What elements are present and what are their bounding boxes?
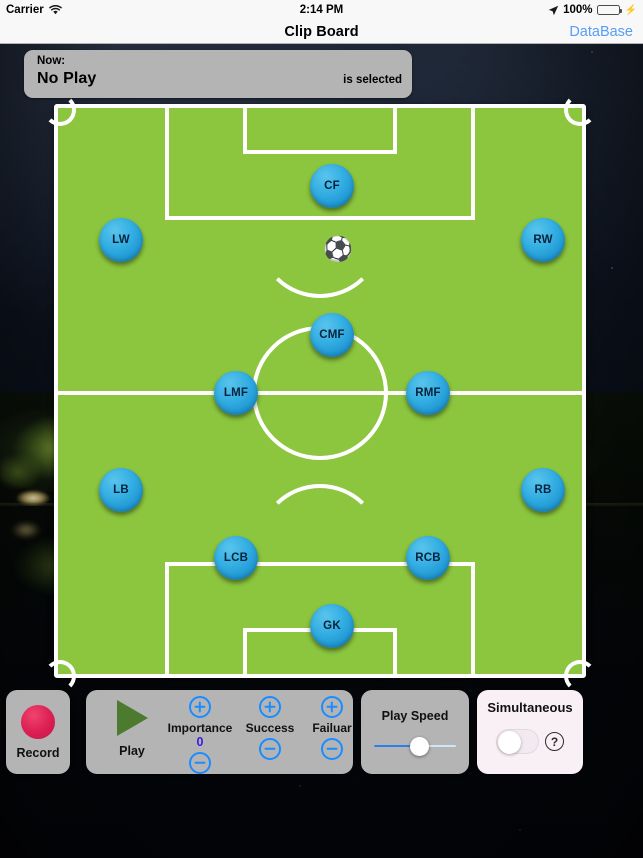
player-label: CF [324,180,340,192]
record-label: Record [16,745,60,760]
player-label: LCB [223,552,249,564]
player-marker-gk[interactable]: GK [310,604,354,648]
success-readout: Success [246,721,295,735]
importance-increment-button[interactable] [189,696,211,718]
page-title: Clip Board [284,23,359,40]
importance-value: 0 [196,735,204,749]
player-label: LMF [223,387,249,399]
player-marker-lcb[interactable]: LCB [214,536,258,580]
player-label: CMF [319,329,345,341]
player-marker-rmf[interactable]: RMF [406,371,450,415]
battery-percent-label: 100% [563,4,593,16]
status-bar: Carrier 2:14 PM 100% ⚡ [0,0,643,20]
play-triangle-icon [116,700,148,736]
importance-decrement-button[interactable] [189,752,211,774]
player-label: RB [534,484,552,496]
success-increment-button[interactable] [259,696,281,718]
toggle-knob [498,731,521,754]
record-circle-icon [21,704,55,739]
lightning-bolt-icon: ⚡ [624,4,637,16]
importance-readout: Importance 0 [168,721,233,749]
failure-stepper: Failuar [294,696,370,760]
failure-readout: Failuar [312,721,351,735]
player-marker-rcb[interactable]: RCB [406,536,450,580]
player-marker-lb[interactable]: LB [99,468,143,512]
bottom-toolbar: Record Play Importance 0 Success Failuar [0,688,643,780]
play-speed-panel: Play Speed [361,690,469,774]
player-label: LB [113,484,129,496]
failure-decrement-button[interactable] [321,738,343,760]
player-label: LW [112,234,130,246]
player-marker-lmf[interactable]: LMF [214,371,258,415]
location-arrow-icon [548,5,559,16]
status-bar-time: 2:14 PM [299,4,344,16]
failure-label: Failuar [312,721,352,735]
play-speed-slider[interactable] [374,737,456,756]
player-marker-cmf[interactable]: CMF [310,313,354,357]
navigation-bar: Clip Board DataBase [0,20,643,44]
status-bar-right: 100% ⚡ [548,4,637,16]
failure-increment-button[interactable] [321,696,343,718]
play-controls-panel: Play Importance 0 Success Failuar [86,690,353,774]
simultaneous-row: ? [496,729,564,754]
player-marker-cf[interactable]: CF [310,164,354,208]
importance-stepper: Importance 0 [162,696,238,774]
player-marker-rb[interactable]: RB [521,468,565,512]
record-button[interactable]: Record [6,690,70,774]
database-button[interactable]: DataBase [569,24,633,40]
player-label: GK [323,620,341,632]
player-marker-lw[interactable]: LW [99,218,143,262]
help-button[interactable]: ? [545,732,564,751]
simultaneous-label: Simultaneous [487,700,573,715]
simultaneous-toggle[interactable] [496,729,539,754]
play-label: Play [119,744,145,758]
battery-full-icon [596,4,622,16]
player-label: RCB [415,552,441,564]
simultaneous-panel: Simultaneous ? [477,690,583,774]
success-decrement-button[interactable] [259,738,281,760]
slider-knob[interactable] [410,737,429,756]
importance-label: Importance [167,721,233,735]
success-label: Success [245,721,295,735]
soccer-ball-icon[interactable]: ⚽ [323,237,353,263]
player-marker-rw[interactable]: RW [521,218,565,262]
play-button[interactable]: Play [102,700,162,758]
play-speed-label: Play Speed [381,709,449,723]
player-label: RW [533,234,553,246]
player-label: RMF [415,387,441,399]
